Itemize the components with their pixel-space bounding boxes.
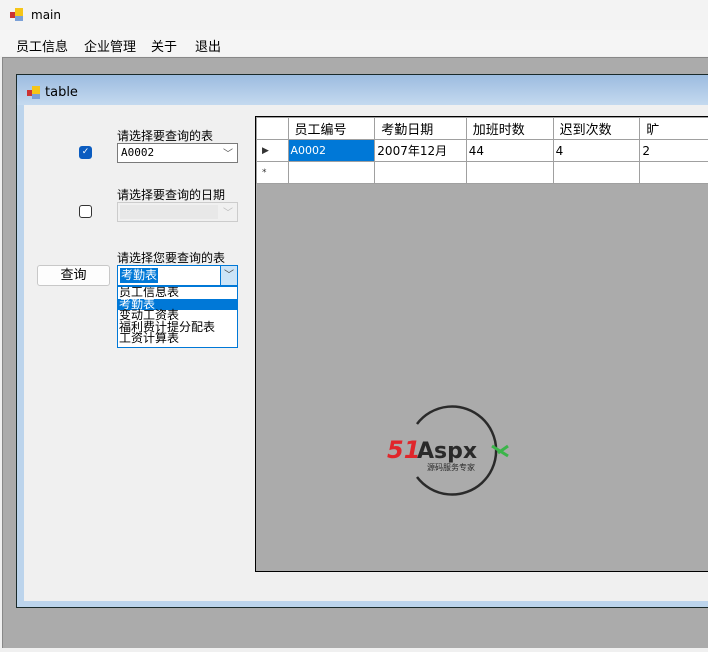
table-type-combo[interactable]: 考勤表 ﹀ — [117, 265, 238, 286]
menu-bar: 员工信息 企业管理 关于 退出 — [0, 30, 708, 56]
cell[interactable]: 2 — [639, 139, 708, 162]
menu-exit[interactable]: 退出 — [195, 36, 221, 55]
menu-employee-info[interactable]: 员工信息 — [16, 36, 68, 55]
table-row[interactable]: ▶ A0002 2007年12月 44 4 2 — [256, 139, 708, 162]
menu-enterprise-management[interactable]: 企业管理 — [84, 36, 136, 55]
cell[interactable] — [552, 161, 641, 184]
chevron-down-icon[interactable]: ﹀ — [220, 266, 237, 285]
column-header[interactable]: 迟到次数 — [552, 117, 641, 140]
cell[interactable]: A0002 — [287, 139, 376, 162]
svg-text:Aspx: Aspx — [417, 439, 477, 464]
dropdown-item[interactable]: 工资计算表 — [118, 333, 237, 345]
date-checkbox[interactable] — [79, 205, 92, 218]
current-row-icon[interactable]: ▶ — [256, 139, 289, 162]
table-type-dropdown: 员工信息表 考勤表 变动工资表 福利费计提分配表 工资计算表 — [117, 286, 238, 348]
query-button[interactable]: 查询 — [37, 265, 110, 286]
column-header[interactable]: 考勤日期 — [374, 117, 467, 140]
data-grid[interactable]: 员工编号 考勤日期 加班时数 迟到次数 旷 ▶ A0002 2007年12月 4… — [255, 116, 708, 572]
new-row[interactable]: * — [256, 161, 708, 184]
app-icon — [10, 8, 24, 22]
cell[interactable] — [465, 161, 554, 184]
table-label: 请选择要查询的表 — [117, 129, 214, 143]
cell[interactable]: 4 — [552, 139, 641, 162]
title-bar: main — [0, 0, 708, 30]
employee-combo-value: A0002 — [121, 146, 155, 159]
column-header[interactable]: 旷 — [639, 117, 708, 140]
child-title-bar[interactable]: table — [17, 75, 708, 105]
chevron-down-icon: ﹀ — [223, 149, 233, 160]
row-header-corner — [256, 117, 289, 140]
grid-header-row: 员工编号 考勤日期 加班时数 迟到次数 旷 — [256, 117, 708, 140]
app-icon — [27, 86, 41, 100]
child-title: table — [45, 85, 78, 100]
new-row-icon[interactable]: * — [256, 161, 289, 184]
column-header[interactable]: 加班时数 — [465, 117, 554, 140]
cell[interactable] — [639, 161, 708, 184]
employee-combo[interactable]: A0002 ﹀ — [117, 143, 238, 163]
cell[interactable] — [287, 161, 376, 184]
cell[interactable] — [374, 161, 467, 184]
51aspx-logo: 51 Aspx 源码服务专家 — [387, 405, 509, 496]
svg-text:51: 51 — [387, 436, 420, 464]
date-combo: ﹀ — [117, 202, 238, 222]
menu-about[interactable]: 关于 — [151, 36, 177, 55]
table-checkbox[interactable]: ✓ — [79, 146, 92, 159]
cell[interactable]: 2007年12月 — [374, 139, 467, 162]
svg-text:源码服务专家: 源码服务专家 — [427, 462, 475, 472]
date-label: 请选择要查询的日期 — [117, 188, 226, 202]
column-header[interactable]: 员工编号 — [287, 117, 376, 140]
chevron-down-icon: ﹀ — [223, 208, 233, 219]
query-table-label: 请选择您要查询的表 — [117, 251, 226, 265]
cell[interactable]: 44 — [465, 139, 554, 162]
window-title: main — [31, 8, 61, 22]
table-type-combo-value: 考勤表 — [120, 268, 159, 283]
